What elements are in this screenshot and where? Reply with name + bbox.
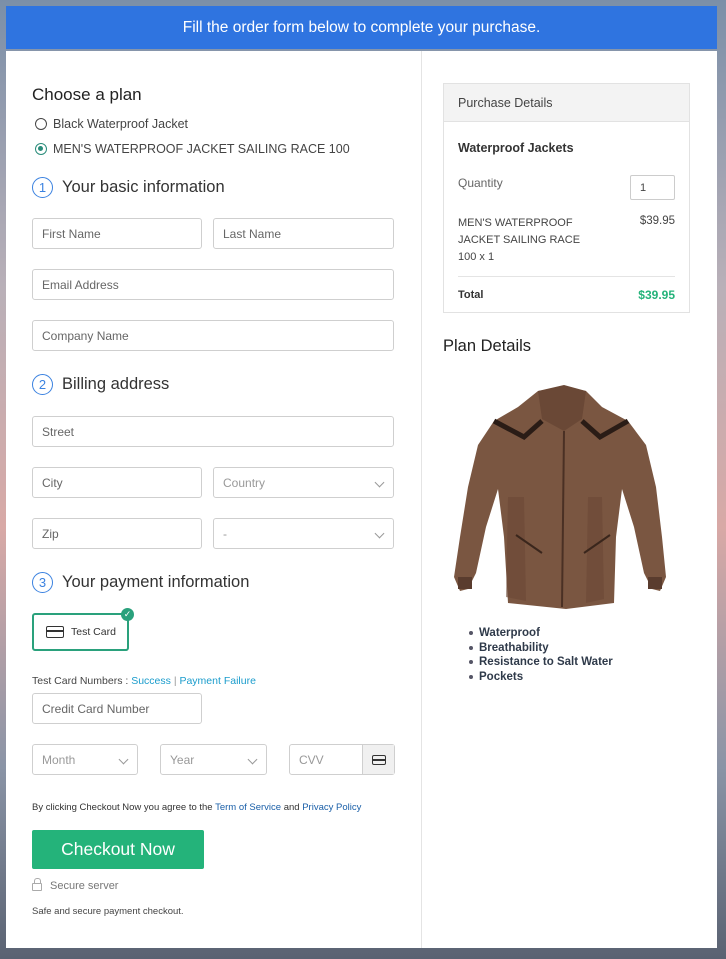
month-select[interactable]: Month [32,744,138,775]
feature-item: Resistance to Salt Water [469,656,613,668]
product-group-title: Waterproof Jackets [458,141,574,155]
country-select[interactable]: Country [213,467,394,498]
plan-option-label: MEN'S WATERPROOF JACKET SAILING RACE 100 [53,142,350,156]
email-field[interactable]: Email Address [32,269,394,300]
test-card-numbers: Test Card Numbers : Success | Payment Fa… [32,675,256,687]
quantity-input[interactable]: 1 [630,175,675,200]
first-name-field[interactable]: First Name [32,218,202,249]
last-name-field[interactable]: Last Name [213,218,394,249]
item-price: $39.95 [639,215,675,227]
step-number-1: 1 [32,177,53,198]
safe-note: Safe and secure payment checkout. [32,906,184,917]
chevron-down-icon [374,528,385,539]
city-field[interactable]: City [32,467,202,498]
column-divider [421,51,422,948]
chevron-down-icon [118,754,129,765]
item-line: JACKET SAILING RACE [458,234,581,246]
test-numbers-label: Test Card Numbers : [32,675,129,687]
state-select[interactable]: - [213,518,394,549]
select-value: Month [42,752,76,767]
purchase-details-header: Purchase Details [444,84,689,122]
credit-card-field[interactable]: Credit Card Number [32,693,202,724]
chevron-down-icon [247,754,258,765]
secure-server: Secure server [32,878,119,892]
checkout-now-button[interactable]: Checkout Now [32,830,204,869]
terms-of-service-link[interactable]: Term of Service [215,802,281,813]
credit-card-icon [46,626,64,638]
success-link[interactable]: Success [131,675,171,687]
check-icon: ✓ [121,608,134,621]
jacket-image [454,385,666,609]
terms-and: and [283,802,300,813]
plan-option-label: Black Waterproof Jacket [53,117,189,131]
total-label: Total [458,289,484,301]
plan-features-list: Waterproof Breathability Resistance to S… [469,627,613,685]
radio-unchecked-icon [35,118,47,130]
quantity-label: Quantity [458,176,503,190]
total-divider [458,276,675,277]
link-separator: | [173,675,177,687]
section-title: Your basic information [62,178,225,196]
choose-plan-title: Choose a plan [32,85,142,104]
item-line: 100 x 1 [458,251,495,263]
purchase-details-box: Purchase Details Waterproof Jackets Quan… [443,83,690,313]
cvv-placeholder: CVV [299,752,324,767]
basic-info-heading: 1 Your basic information [32,177,225,198]
top-banner: Fill the order form below to complete yo… [6,6,717,49]
privacy-policy-link[interactable]: Privacy Policy [302,802,361,813]
section-title: Your payment information [62,573,250,591]
total-value: $39.95 [638,288,675,302]
test-card-label: Test Card [71,626,116,638]
step-number-3: 3 [32,572,53,593]
feature-item: Pockets [469,671,613,683]
secure-server-label: Secure server [50,880,119,892]
select-value: Country [223,475,266,490]
section-title: Billing address [62,375,170,393]
test-card-option[interactable]: Test Card ✓ [32,608,134,651]
item-description: MEN'S WATERPROOF JACKET SAILING RACE 100… [458,215,580,266]
cvv-field[interactable]: CVV [289,744,395,775]
step-number-2: 2 [32,374,53,395]
feature-item: Waterproof [469,627,613,639]
billing-heading: 2 Billing address [32,374,169,395]
feature-item: Breathability [469,642,613,654]
plan-details-title: Plan Details [443,337,532,355]
item-line: MEN'S WATERPROOF [458,217,573,229]
cvv-card-icon [362,745,394,774]
terms-text: By clicking Checkout Now you agree to th… [32,802,361,813]
terms-prefix: By clicking Checkout Now you agree to th… [32,802,213,813]
plan-option-black-jacket[interactable]: Black Waterproof Jacket [35,117,188,131]
payment-heading: 3 Your payment information [32,572,249,593]
zip-field[interactable]: Zip [32,518,202,549]
credit-card-icon [371,754,386,765]
chevron-down-icon [374,477,385,488]
street-field[interactable]: Street [32,416,394,447]
plan-option-sailing-race[interactable]: MEN'S WATERPROOF JACKET SAILING RACE 100 [35,142,350,156]
radio-checked-icon [35,143,47,155]
order-form-card: Choose a plan Black Waterproof Jacket ME… [6,51,717,948]
year-select[interactable]: Year [160,744,267,775]
company-field[interactable]: Company Name [32,320,394,351]
payment-failure-link[interactable]: Payment Failure [179,675,255,687]
select-value: Year [170,752,195,767]
select-value: - [223,526,227,541]
lock-icon [32,878,42,891]
